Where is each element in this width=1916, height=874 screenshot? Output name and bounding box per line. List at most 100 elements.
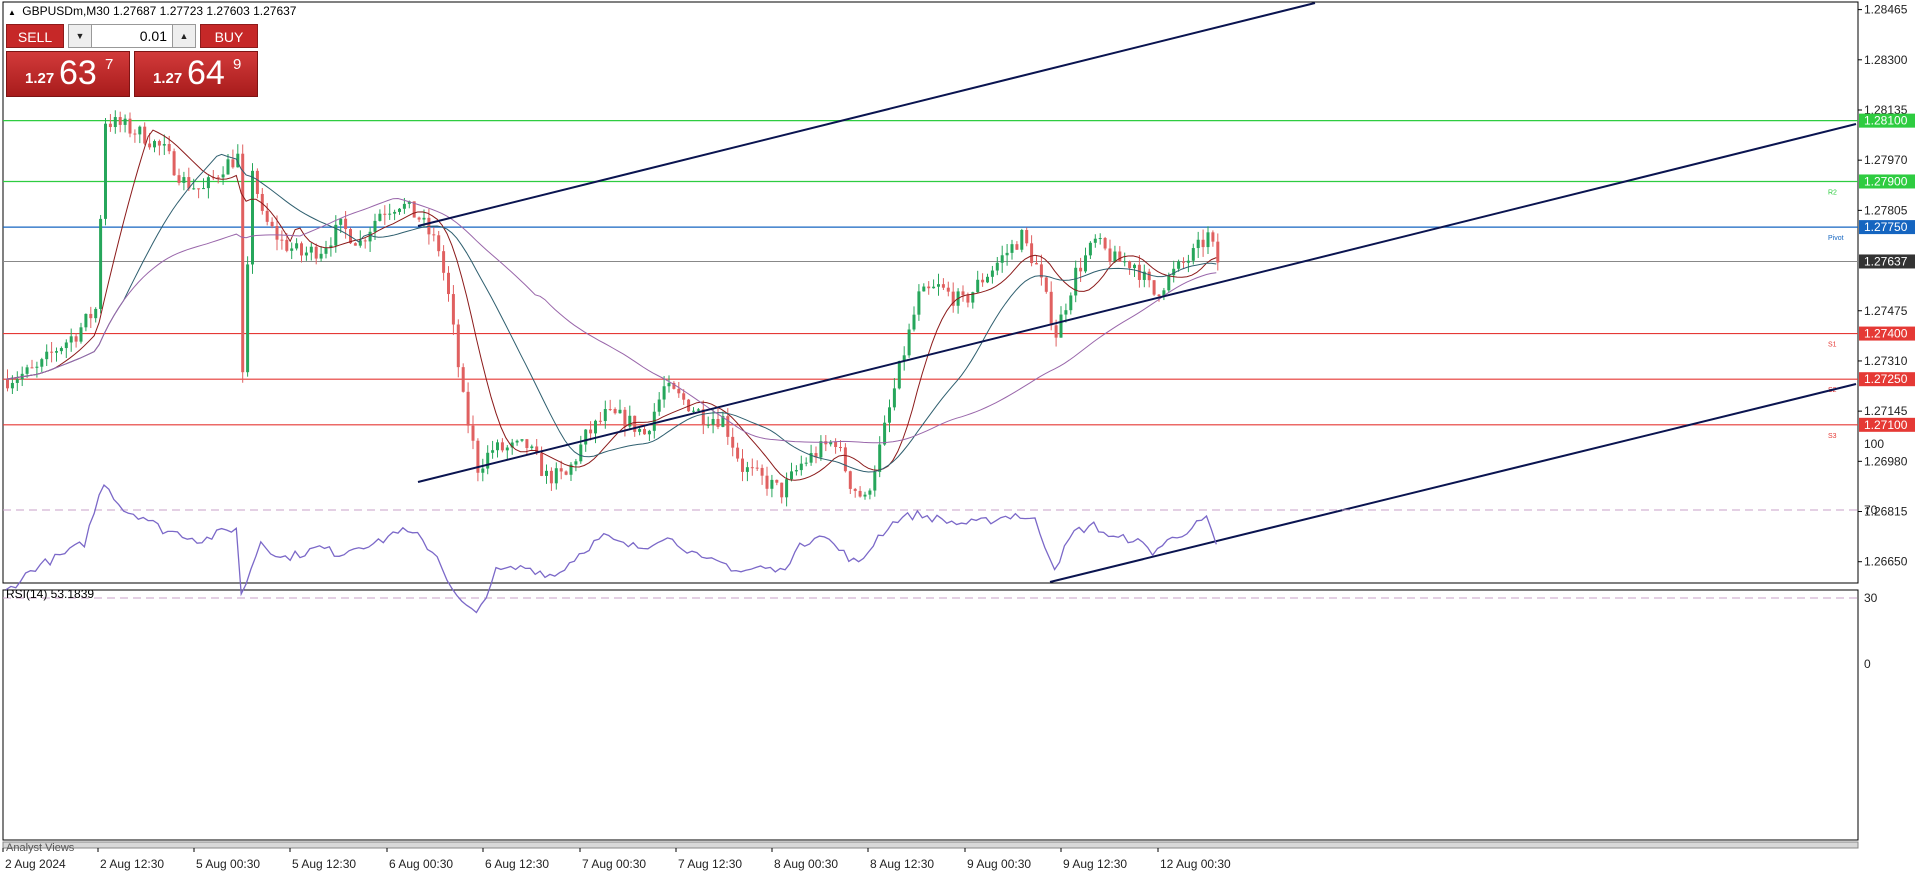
chart-title: ▲ GBPUSDm,M30 1.27687 1.27723 1.27603 1.…	[8, 4, 296, 18]
candle-body	[564, 471, 568, 475]
candle-body	[545, 470, 548, 476]
candle-body	[633, 415, 637, 432]
candle-body	[745, 467, 749, 472]
lot-decrease-icon[interactable]: ▼	[69, 25, 92, 47]
candle-body	[55, 351, 58, 353]
candle-body	[549, 470, 553, 484]
candle-body	[598, 420, 602, 422]
candle-body	[84, 313, 88, 328]
time-axis-label: 2 Aug 12:30	[100, 857, 164, 871]
candle-body	[976, 279, 980, 293]
candle-body	[471, 425, 475, 441]
level-tag: Pivot	[1828, 235, 1844, 242]
candle-body	[608, 409, 612, 411]
candle-body	[344, 218, 348, 230]
candle-body	[726, 416, 730, 437]
time-axis-label: 6 Aug 12:30	[485, 857, 549, 871]
candle-body	[618, 409, 622, 414]
candle-body	[398, 208, 401, 212]
candle-body	[937, 284, 940, 287]
symbol-info: GBPUSDm,M30	[22, 4, 110, 18]
trading-chart[interactable]: 1.284651.283001.281351.279701.278051.274…	[0, 0, 1916, 874]
sell-price-button[interactable]: 1.27 63 7	[6, 51, 130, 97]
candle-body	[525, 439, 529, 448]
candle-body	[79, 327, 83, 342]
lot-size-input[interactable]: 0.01	[93, 25, 171, 47]
buy-price-button[interactable]: 1.27 64 9	[134, 51, 258, 97]
time-axis-label: 9 Aug 00:30	[967, 857, 1031, 871]
candle-body	[892, 388, 896, 408]
candle-body	[966, 295, 970, 303]
candle-body	[1108, 248, 1112, 262]
candle-body	[858, 490, 862, 497]
candle-body	[794, 470, 798, 472]
candle-body	[883, 422, 887, 445]
candle-body	[422, 217, 426, 220]
candle-body	[148, 143, 152, 148]
candle-body	[231, 159, 235, 168]
candle-body	[750, 467, 754, 469]
candle-body	[1128, 261, 1132, 269]
candle-body	[1186, 260, 1190, 263]
candle-body	[1133, 264, 1136, 269]
candle-body	[981, 279, 985, 283]
candle-body	[123, 118, 127, 125]
candle-body	[378, 213, 382, 221]
rsi-tick-label: 70	[1864, 503, 1878, 517]
candle-body	[241, 153, 245, 373]
buy-button[interactable]: BUY	[200, 24, 258, 48]
candle-body	[799, 463, 803, 471]
candle-body	[1049, 291, 1053, 326]
candle-body	[432, 234, 436, 236]
candle-body	[133, 133, 137, 135]
collapse-triangle-icon[interactable]: ▲	[8, 8, 16, 17]
candle-body	[167, 144, 171, 152]
candle-body	[912, 314, 916, 330]
candle-body	[1079, 267, 1083, 272]
candle-body	[1044, 277, 1048, 292]
candle-body	[285, 239, 289, 251]
candle-body	[206, 177, 210, 189]
candle-body	[662, 386, 666, 400]
price-tick-label: 1.26650	[1864, 555, 1908, 569]
candle-body	[922, 286, 926, 292]
analyst-views-tab[interactable]: Analyst Views	[6, 842, 74, 854]
candle-body	[1118, 251, 1122, 262]
candle-body	[69, 336, 73, 343]
candle-body	[834, 441, 838, 447]
rsi-tick-label: 0	[1864, 657, 1871, 671]
candle-body	[1064, 310, 1068, 315]
lot-size-stepper[interactable]: ▼ 0.01 ▲	[68, 24, 196, 48]
channel-lower-line	[1049, 383, 1857, 583]
candle-body	[309, 246, 313, 253]
candle-body	[15, 379, 19, 383]
candle-body	[843, 447, 847, 472]
candle-body	[1025, 230, 1029, 244]
lot-increase-icon[interactable]: ▲	[172, 25, 195, 47]
candle-body	[108, 123, 112, 128]
candle-body	[941, 284, 945, 288]
candle-body	[554, 468, 558, 484]
candle-body	[45, 351, 49, 360]
candle-body	[1030, 243, 1034, 264]
candle-body	[1035, 263, 1038, 265]
candle-body	[1084, 255, 1087, 272]
level-tag: R2	[1828, 189, 1837, 196]
candle-body	[295, 243, 299, 249]
candle-body	[731, 436, 735, 448]
price-tick-label: 1.26980	[1864, 454, 1908, 468]
candle-body	[221, 174, 225, 178]
candle-body	[515, 440, 519, 443]
candle-body	[804, 462, 808, 464]
candle-body	[1152, 280, 1156, 295]
level-label: 1.27250	[1864, 372, 1908, 386]
candle-body	[157, 141, 161, 146]
candle-body	[755, 467, 759, 469]
current-price-label: 1.27637	[1864, 254, 1908, 268]
candle-body	[182, 177, 186, 183]
candle-body	[1103, 238, 1107, 249]
candle-body	[1147, 271, 1151, 281]
sell-button[interactable]: SELL	[6, 24, 64, 48]
time-axis-label: 8 Aug 00:30	[774, 857, 838, 871]
price-tick-label: 1.27310	[1864, 354, 1908, 368]
